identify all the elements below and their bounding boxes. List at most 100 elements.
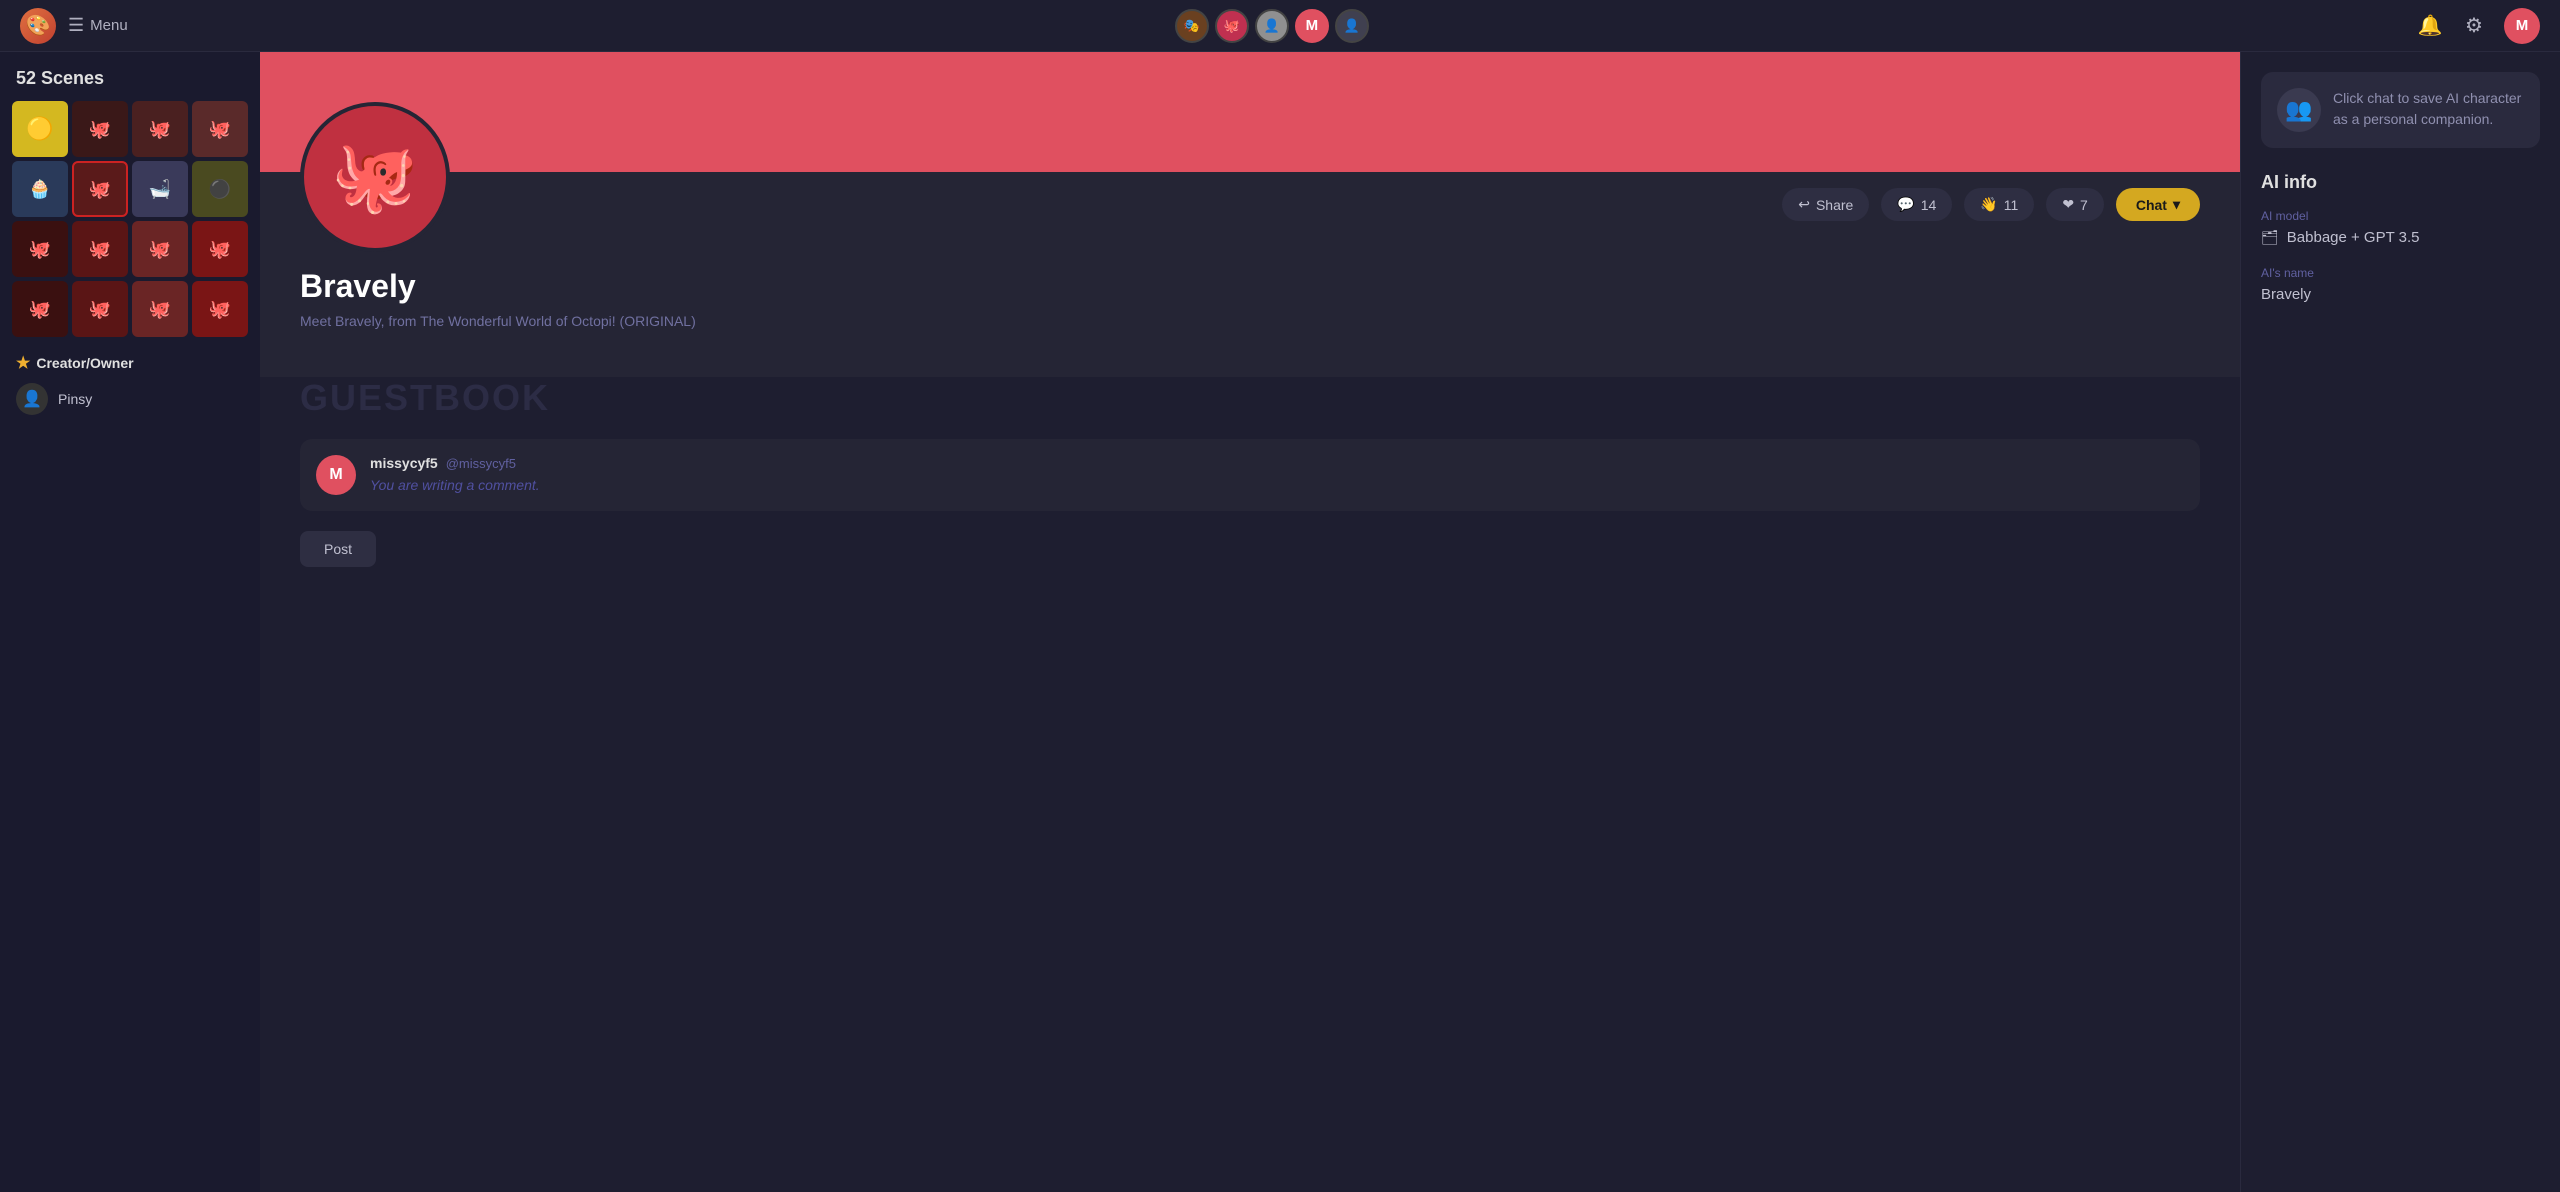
ai-companion-hint: Click chat to save AI character as a per…: [2333, 88, 2524, 130]
heart-icon: ❤: [2062, 196, 2074, 213]
ai-info-section: AI info AI model 🗂 Babbage + GPT 3.5 AI'…: [2261, 172, 2540, 303]
ai-name-value: Bravely: [2261, 286, 2540, 303]
scene-thumb-9[interactable]: 🐙: [12, 221, 68, 277]
nav-avatar-5-img: 👤: [1344, 18, 1360, 34]
topnav-left: 🎨 ☰ Menu: [20, 8, 128, 44]
scene-thumb-16[interactable]: 🐙: [192, 281, 248, 337]
creator-label: ★ Creator/Owner: [16, 353, 244, 373]
app-logo[interactable]: 🎨: [20, 8, 56, 44]
scene-thumb-2[interactable]: 🐙: [72, 101, 128, 157]
topnav-right: 🔔 ⚙ M: [2416, 8, 2540, 44]
nav-user-3[interactable]: 👤: [1255, 9, 1289, 43]
creator-name: Pinsy: [58, 391, 92, 407]
notification-button[interactable]: 🔔: [2416, 12, 2444, 40]
comment-user-avatar: M: [316, 455, 356, 495]
user-avatar-button[interactable]: M: [2504, 8, 2540, 44]
scene-thumb-4[interactable]: 🐙: [192, 101, 248, 157]
comment-username: missycyf5: [370, 455, 438, 471]
share-button[interactable]: ↩ Share: [1782, 188, 1869, 221]
ai-model-value-row: 🗂 Babbage + GPT 3.5: [2261, 229, 2540, 246]
scene-thumb-13[interactable]: 🐙: [12, 281, 68, 337]
nav-user-current[interactable]: M: [1295, 9, 1329, 43]
chat-button[interactable]: Chat ▾: [2116, 188, 2200, 221]
scene-thumb-10[interactable]: 🐙: [72, 221, 128, 277]
right-panel: 👥 Click chat to save AI character as a p…: [2240, 52, 2560, 1192]
ai-companion-icon: 👥: [2277, 88, 2321, 132]
comment-handle: @missycyf5: [446, 456, 516, 471]
chat-chevron-icon: ▾: [2173, 196, 2180, 213]
share-icon: ↩: [1798, 196, 1810, 213]
main-layout: 52 Scenes 🟡 🐙 🐙 🐙 🧁 🐙 🛁 ⚫ 🐙 🐙 🐙 🐙 🐙 🐙 🐙 …: [0, 52, 2560, 1192]
comment-area: M missycyf5 @missycyf5 You are writing a…: [300, 439, 2200, 511]
scenes-title: 52 Scenes: [12, 68, 248, 89]
nav-user-2[interactable]: 🐙: [1215, 9, 1249, 43]
creator-section: ★ Creator/Owner 👤 Pinsy: [12, 353, 248, 415]
creator-user-link[interactable]: 👤 Pinsy: [16, 383, 244, 415]
scene-thumb-12[interactable]: 🐙: [192, 221, 248, 277]
character-actions: ↩ Share 💬 14 👋 11 ❤ 7: [1782, 172, 2200, 229]
waves-button[interactable]: 👋 11: [1964, 188, 2034, 221]
character-banner: [260, 52, 2240, 172]
character-avatar: 🐙: [300, 102, 450, 252]
character-avatar-wrap: 🐙: [300, 102, 450, 252]
character-emoji: 🐙: [331, 136, 418, 218]
heart-count: 7: [2080, 197, 2088, 213]
comment-placeholder-text[interactable]: You are writing a comment.: [370, 477, 2184, 493]
topnav-center-avatars: 🎭 🐙 👤 M 👤: [1175, 9, 1369, 43]
comment-right: missycyf5 @missycyf5 You are writing a c…: [370, 455, 2184, 493]
hamburger-icon: ☰: [68, 15, 84, 36]
guestbook-title: GUESTBOOK: [300, 377, 2200, 419]
sidebar: 52 Scenes 🟡 🐙 🐙 🐙 🧁 🐙 🛁 ⚫ 🐙 🐙 🐙 🐙 🐙 🐙 🐙 …: [0, 52, 260, 1192]
menu-button[interactable]: ☰ Menu: [68, 15, 128, 36]
chat-label: Chat: [2136, 197, 2167, 213]
ai-name-label: AI's name: [2261, 266, 2540, 280]
ai-model-icon: 🗂: [2261, 229, 2279, 246]
star-icon: ★: [16, 353, 30, 373]
creator-avatar: 👤: [16, 383, 48, 415]
topnav: 🎨 ☰ Menu 🎭 🐙 👤 M 👤 🔔 ⚙ M: [0, 0, 2560, 52]
comments-icon: 💬: [1897, 196, 1914, 213]
scene-thumb-3[interactable]: 🐙: [132, 101, 188, 157]
nav-current-initial: M: [1306, 17, 1319, 34]
ai-info-title: AI info: [2261, 172, 2540, 193]
scene-thumb-11[interactable]: 🐙: [132, 221, 188, 277]
comment-user-initial: M: [329, 466, 342, 484]
nav-avatar-3-img: 👤: [1264, 18, 1280, 34]
wave-icon: 👋: [1980, 196, 1997, 213]
hearts-button[interactable]: ❤ 7: [2046, 188, 2104, 221]
scene-thumb-5[interactable]: 🧁: [12, 161, 68, 217]
nav-user-5[interactable]: 👤: [1335, 9, 1369, 43]
character-name: Bravely: [300, 268, 2200, 305]
ai-model-label: AI model: [2261, 209, 2540, 223]
scene-thumb-1[interactable]: 🟡: [12, 101, 68, 157]
nav-user-1[interactable]: 🎭: [1175, 9, 1209, 43]
creator-label-text: Creator/Owner: [36, 355, 133, 371]
settings-button[interactable]: ⚙: [2460, 12, 2488, 40]
creator-avatar-icon: 👤: [22, 389, 42, 409]
main-content: 🐙 ↩ Share 💬 14 👋 11: [260, 52, 2240, 1192]
scene-thumb-8[interactable]: ⚫: [192, 161, 248, 217]
logo-icon: 🎨: [26, 13, 51, 38]
scene-thumb-7[interactable]: 🛁: [132, 161, 188, 217]
scene-thumb-6[interactable]: 🐙: [72, 161, 128, 217]
character-profile-section: 🐙 ↩ Share 💬 14 👋 11: [260, 172, 2240, 377]
comments-button[interactable]: 💬 14: [1881, 188, 1952, 221]
user-avatar-initial: M: [2516, 17, 2529, 34]
comments-count: 14: [1921, 197, 1937, 213]
wave-count: 11: [2004, 197, 2019, 213]
nav-avatar-2-img: 🐙: [1224, 18, 1240, 34]
scene-thumb-15[interactable]: 🐙: [132, 281, 188, 337]
settings-icon: ⚙: [2465, 13, 2483, 38]
post-button[interactable]: Post: [300, 531, 376, 567]
nav-avatar-1-img: 🎭: [1184, 18, 1200, 34]
menu-label: Menu: [90, 17, 128, 34]
share-label: Share: [1816, 197, 1853, 213]
scenes-grid: 🟡 🐙 🐙 🐙 🧁 🐙 🛁 ⚫ 🐙 🐙 🐙 🐙 🐙 🐙 🐙 🐙: [12, 101, 248, 337]
companion-icon-glyph: 👥: [2285, 97, 2312, 123]
scene-thumb-14[interactable]: 🐙: [72, 281, 128, 337]
guestbook-section: GUESTBOOK M missycyf5 @missycyf5 You are…: [260, 377, 2240, 567]
comment-user-row: missycyf5 @missycyf5: [370, 455, 2184, 471]
ai-model-value: Babbage + GPT 3.5: [2287, 229, 2420, 246]
post-label: Post: [324, 541, 352, 557]
character-description: Meet Bravely, from The Wonderful World o…: [300, 313, 2200, 329]
